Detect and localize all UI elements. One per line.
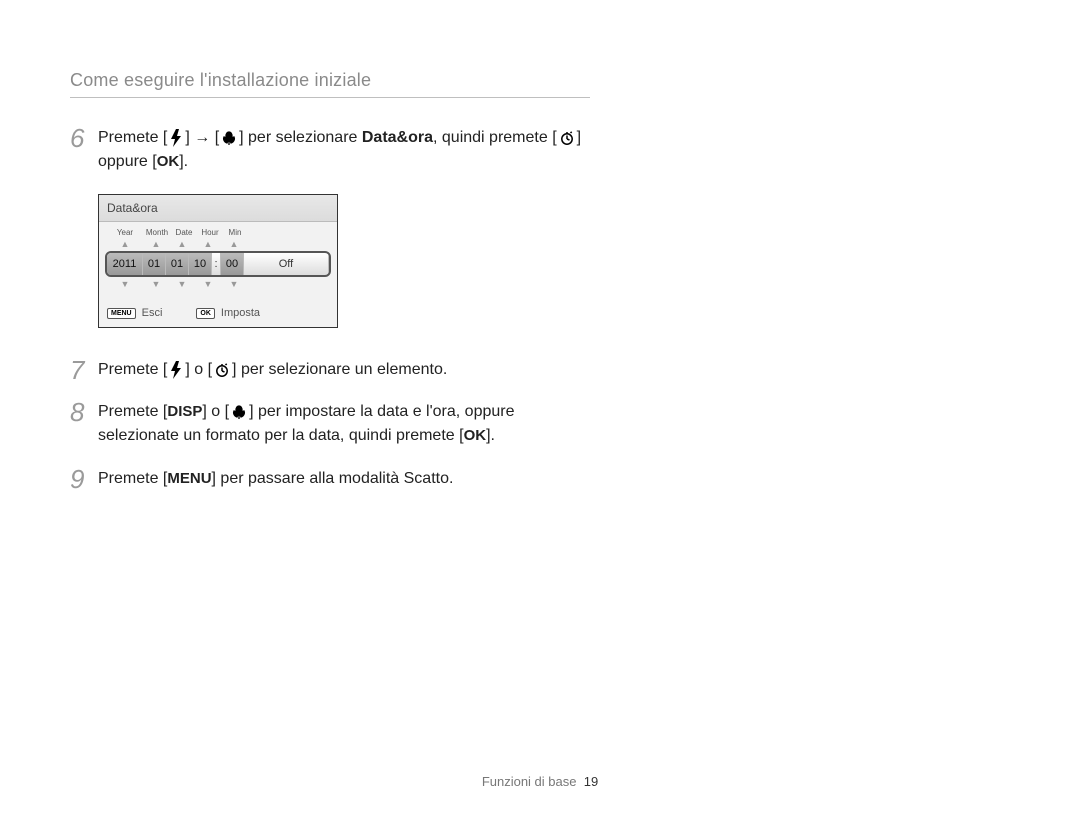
arrow-up-icon: ▲ (223, 239, 245, 249)
step-number: 8 (70, 400, 98, 424)
step-body: Premete [ ] → [ ] per selezionare Data&ora… (98, 126, 590, 174)
step-body: Premete [MENU] per passare alla modalità… (98, 467, 453, 491)
screen-title: Data&ora (99, 195, 337, 222)
picker-month[interactable]: 01 (143, 253, 166, 275)
text: ] o [ (202, 403, 229, 420)
ok-glyph: OK (157, 150, 180, 174)
datetime-screen: Data&ora Year Month Date Hour Min ▲ ▲ ▲ … (98, 194, 338, 328)
text: ]. (179, 153, 188, 170)
header-rule (70, 97, 590, 98)
section-header: Come eseguire l'installazione iniziale (70, 70, 590, 91)
picker-year[interactable]: 2011 (107, 253, 143, 275)
arrow-down-icon: ▼ (145, 279, 167, 289)
label-date: Date (173, 228, 195, 237)
step-body: Premete [ ] o [ ] per selezionare un eleme… (98, 358, 447, 382)
arrow-down-icon: ▼ (223, 279, 245, 289)
text: ] per selezionare (239, 129, 362, 146)
flash-icon (169, 129, 183, 147)
text: Premete [ (98, 361, 167, 378)
ok-glyph: OK (464, 424, 487, 448)
page-footer: Funzioni di base 19 (0, 774, 1080, 789)
menu-glyph: MENU (167, 467, 211, 491)
text: Premete [ (98, 403, 167, 420)
timer-icon (559, 130, 575, 146)
ok-chip-icon: OK (196, 308, 215, 319)
text: ] per selezionare un elemento. (232, 361, 447, 378)
arrow-up-icon: ▲ (109, 239, 141, 249)
menu-chip-icon: MENU (107, 308, 136, 319)
picker-min[interactable]: 00 (221, 253, 244, 275)
arrow-up-icon: ▲ (171, 239, 193, 249)
step-6: 6 Premete [ ] → [ ] per selezionare Data&o… (70, 126, 590, 174)
picker-mode[interactable]: Off (244, 253, 329, 275)
picker-hour[interactable]: 10 (189, 253, 212, 275)
step-number: 6 (70, 126, 98, 150)
timer-icon (214, 362, 230, 378)
label-year: Year (109, 228, 141, 237)
step-7: 7 Premete [ ] o [ ] per selezionare un ele… (70, 358, 590, 382)
label-hour: Hour (199, 228, 221, 237)
arrow-down-icon: ▼ (109, 279, 141, 289)
step-number: 7 (70, 358, 98, 382)
arrow-up-icon: ▲ (145, 239, 167, 249)
step-body: Premete [DISP] o [] per impostare la dat… (98, 400, 590, 448)
arrows-up: ▲ ▲ ▲ ▲ ▲ (99, 237, 337, 251)
step-8: 8 Premete [DISP] o [] per impostare la d… (70, 400, 590, 448)
text: Premete [ (98, 470, 167, 487)
text: ]. (486, 428, 495, 445)
footer-esci: Esci (142, 307, 163, 319)
text: , quindi premete [ (433, 129, 557, 146)
picker-date[interactable]: 01 (166, 253, 189, 275)
arrows-down: ▼ ▼ ▼ ▼ ▼ (99, 277, 337, 291)
macro-icon (221, 130, 237, 146)
datetime-picker[interactable]: 2011 01 01 10 : 00 Off (105, 251, 331, 277)
macro-icon (231, 404, 247, 420)
text: ] o [ (185, 361, 212, 378)
footer-label: Funzioni di base (482, 774, 577, 789)
footer-imposta: Imposta (221, 307, 260, 319)
arrow-down-icon: ▼ (197, 279, 219, 289)
arrow-up-icon: ▲ (197, 239, 219, 249)
arrow-down-icon: ▼ (171, 279, 193, 289)
disp-glyph: DISP (167, 400, 202, 424)
text: ] → [ (185, 129, 219, 146)
label-min: Min (225, 228, 245, 237)
text: Premete [ (98, 129, 167, 146)
page-number: 19 (584, 774, 598, 789)
flash-icon (169, 361, 183, 379)
picker-labels: Year Month Date Hour Min (99, 222, 337, 237)
bold-label: Data&ora (362, 129, 433, 146)
picker-colon: : (212, 253, 221, 275)
screen-footer: MENU Esci OK Imposta (99, 299, 337, 327)
label-month: Month (145, 228, 169, 237)
text: ] per passare alla modalità Scatto. (212, 470, 454, 487)
step-9: 9 Premete [MENU] per passare alla modali… (70, 467, 590, 491)
step-number: 9 (70, 467, 98, 491)
